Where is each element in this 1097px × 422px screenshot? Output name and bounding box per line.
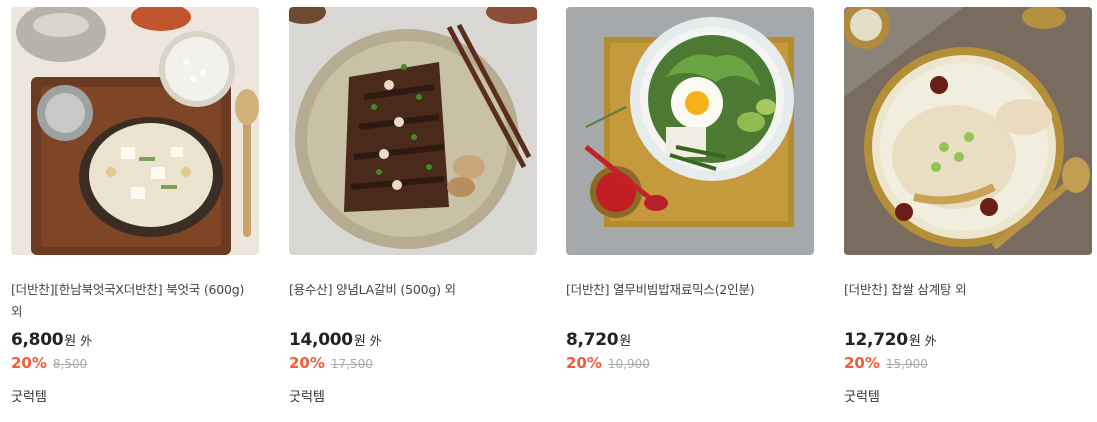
more-options-mark: 外 (80, 334, 93, 348)
product-title[interactable]: [더반찬] 열무비빔밥재료믹스(2인분) (566, 279, 814, 323)
product-title[interactable]: [더반찬] 찹쌀 삼계탕 외 (844, 279, 1092, 323)
more-options-mark: 外 (369, 334, 382, 348)
currency-label: 원 (908, 334, 921, 349)
currency-label: 원 (353, 334, 366, 349)
original-price: 15,900 (885, 357, 928, 371)
discount-row: 20% 17,500 (289, 354, 537, 378)
discount-row: 20% 8,500 (11, 354, 259, 378)
sale-price: 14,000 (289, 330, 353, 350)
price-row: 6,800 원 外 (11, 330, 259, 354)
product-grid: [더반찬][한남북엇국X더반찬] 북엇국 (600g) 외 6,800 원 外 … (0, 0, 1097, 422)
product-card[interactable]: [더반찬] 열무비빔밥재료믹스(2인분) 8,720 원 20% 10,900 (566, 7, 814, 386)
product-tag: 굿럭템 (11, 390, 47, 405)
price-row: 8,720 원 (566, 330, 814, 354)
discount-rate: 20% (11, 354, 47, 372)
currency-label: 원 (619, 334, 632, 349)
product-image[interactable] (844, 7, 1092, 255)
discount-row: 20% 15,900 (844, 354, 1092, 378)
sale-price: 8,720 (566, 330, 619, 350)
bibimbap-photo (566, 7, 814, 255)
samgyetang-photo (844, 7, 1092, 255)
sale-price: 6,800 (11, 330, 64, 350)
price-row: 12,720 원 外 (844, 330, 1092, 354)
sale-price: 12,720 (844, 330, 908, 350)
product-image[interactable] (11, 7, 259, 255)
product-tag: 굿럭템 (844, 390, 880, 405)
product-card[interactable]: [용수산] 양념LA갈비 (500g) 외 14,000 원 外 20% 17,… (289, 7, 537, 405)
original-price: 10,900 (607, 357, 650, 371)
currency-label: 원 (64, 334, 77, 349)
discount-rate: 20% (289, 354, 325, 372)
product-card[interactable]: [더반찬][한남북엇국X더반찬] 북엇국 (600g) 외 6,800 원 外 … (11, 7, 259, 405)
product-image[interactable] (566, 7, 814, 255)
more-options-mark: 外 (924, 334, 937, 348)
discount-row: 20% 10,900 (566, 354, 814, 378)
original-price: 17,500 (330, 357, 373, 371)
discount-rate: 20% (566, 354, 602, 372)
product-title[interactable]: [용수산] 양념LA갈비 (500g) 외 (289, 279, 537, 323)
product-title[interactable]: [더반찬][한남북엇국X더반찬] 북엇국 (600g) 외 (11, 279, 259, 323)
la-galbi-photo (289, 7, 537, 255)
discount-rate: 20% (844, 354, 880, 372)
price-row: 14,000 원 外 (289, 330, 537, 354)
original-price: 8,500 (52, 357, 88, 371)
bukeo-guk-soup-photo (11, 7, 259, 255)
product-image[interactable] (289, 7, 537, 255)
product-card[interactable]: [더반찬] 찹쌀 삼계탕 외 12,720 원 外 20% 15,900 굿럭템 (844, 7, 1092, 405)
product-tag: 굿럭템 (289, 390, 325, 405)
